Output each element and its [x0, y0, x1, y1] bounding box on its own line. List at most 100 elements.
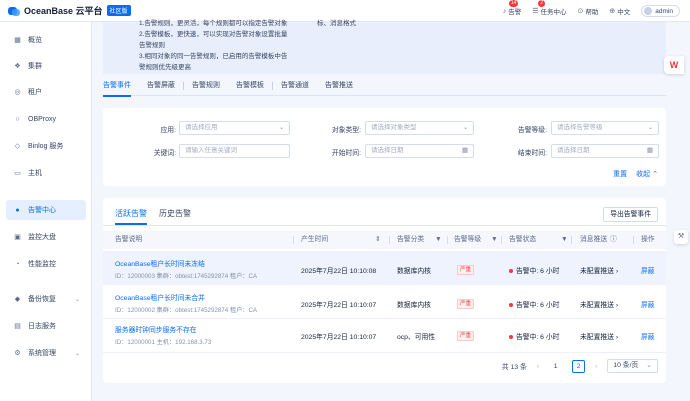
tab-active-alarms[interactable]: 活跃告警 — [115, 208, 147, 225]
alarm-time: 2025年7月22日 10:10:07 — [301, 334, 377, 341]
app-select[interactable]: 请选择应用 ⌄ — [179, 121, 290, 135]
tenant-icon: ◎ — [14, 89, 21, 96]
alarm-description: 服务器时钟同步服务不存在 ID：12000001 主机：192.168.3.73 — [115, 324, 211, 346]
floating-w-logo-icon[interactable]: W — [664, 56, 684, 74]
alarm-status-text: 告警中: 6 小时 — [516, 268, 560, 275]
tab-alarm-channels[interactable]: 告警通道 — [281, 80, 309, 96]
table-row[interactable]: OceanBase租户长时间未合并 ID：12000002 集群：obtest:… — [103, 285, 666, 319]
alarm-status: 告警中: 6 小时 — [509, 299, 559, 309]
column-divider — [293, 236, 294, 244]
mask-button[interactable]: 屏蔽 — [641, 265, 655, 275]
language-menu[interactable]: ⊕ 中文 — [609, 6, 630, 16]
calendar-icon: ▦ — [646, 147, 653, 154]
page-2-button[interactable]: 2 — [572, 359, 586, 373]
alarm-title-link[interactable]: OceanBase租户长时间未合并 — [115, 292, 257, 302]
column-divider — [389, 236, 390, 244]
push-config-link[interactable]: 未配置推送 › — [580, 331, 618, 341]
sidebar-item-obproxy[interactable]: ○ OBProxy — [6, 109, 86, 129]
status-dot-icon — [509, 269, 513, 274]
alarm-menu[interactable]: ♪ 14 告警 — [502, 0, 521, 16]
sidebar-item-dashboard[interactable]: ▣ 监控大盘 — [6, 227, 86, 247]
keyword-placeholder: 请输入任意关键词 — [185, 147, 237, 154]
task-center-menu[interactable]: ☰ 2 任务中心 — [532, 0, 567, 16]
sidebar-item-host[interactable]: ▭ 主机 — [6, 163, 86, 183]
start-date-picker[interactable]: 请选择日期 ▦ — [365, 144, 474, 158]
help-menu[interactable]: ⊙ 帮助 — [578, 6, 599, 16]
alarm-title-link[interactable]: OceanBase租户长时间未冻结 — [115, 258, 257, 268]
bell-icon: ♪ — [502, 7, 507, 15]
sidebar-item-tenant[interactable]: ◎ 租户 — [6, 82, 86, 102]
tab-alarm-templates[interactable]: 告警模板 — [236, 80, 264, 96]
sidebar-item-alarm-center[interactable]: ● 告警中心 — [6, 200, 86, 220]
alarm-title-link[interactable]: 服务器时钟同步服务不存在 — [115, 324, 211, 334]
end-date-picker[interactable]: 请选择日期 ▦ — [551, 144, 659, 158]
sidebar-item-binlog[interactable]: ◇ Binlog 服务 — [6, 136, 86, 156]
info-icon[interactable]: ⓘ — [610, 231, 617, 249]
page-size-select[interactable]: 10 条/页 ⌄ — [607, 359, 658, 373]
sidebar-item-label: 告警中心 — [28, 207, 56, 214]
collapse-button[interactable]: 收起 ⌃ — [636, 169, 658, 179]
sidebar-item-backup[interactable]: ◆ 备份恢复 ⌄ — [6, 289, 86, 309]
sidebar-item-performance[interactable]: ◔ 性能监控 — [6, 254, 86, 274]
tab-alarm-mask[interactable]: 告警屏蔽 — [147, 80, 175, 96]
filter-icon[interactable]: ▼ — [435, 231, 442, 249]
page-1-button[interactable]: 1 — [549, 360, 562, 373]
tab-alarm-push[interactable]: 告警推送 — [325, 80, 353, 96]
mask-button[interactable]: 屏蔽 — [641, 331, 655, 341]
column-header[interactable]: 产生时间 — [301, 231, 328, 249]
chevron-down-icon: ⌄ — [462, 125, 468, 131]
sidebar-item-label: OBProxy — [28, 115, 57, 123]
sort-icon[interactable]: ⇕ — [375, 231, 381, 249]
object-type-label: 对象类型: — [331, 127, 361, 134]
sidebar-item-log[interactable]: ▤ 日志服务 — [6, 316, 86, 336]
table-row[interactable]: 服务器时钟同步服务不存在 ID：12000001 主机：192.168.3.73… — [103, 319, 666, 353]
app-select-placeholder: 请选择应用 — [185, 124, 218, 131]
wrench-icon[interactable]: ⚒ — [674, 230, 688, 244]
alarm-icon: ● — [15, 206, 20, 214]
reset-button[interactable]: 重置 — [613, 169, 627, 179]
performance-icon: ◔ — [15, 260, 20, 268]
push-config-link[interactable]: 未配置推送 › — [580, 299, 618, 309]
column-header[interactable]: 告警分类 — [397, 231, 424, 249]
chevron-down-icon: ⌄ — [646, 362, 652, 369]
alarm-meta: ID：12000001 主机：192.168.3.73 — [115, 339, 212, 346]
log-icon: ▤ — [14, 323, 21, 330]
filter-panel: 应用: 请选择应用 ⌄ 对象类型: 请选择对象类型 ⌄ 告警等级: 请选择告警等… — [103, 108, 666, 186]
alarm-category: 数据库内核 — [397, 302, 431, 309]
sidebar-item-label: 备份恢复 — [28, 296, 56, 303]
prev-page-icon[interactable]: ‹ — [537, 363, 539, 370]
object-type-select[interactable]: 请选择对象类型 ⌄ — [365, 121, 474, 135]
sidebar-item-label: 日志服务 — [28, 323, 56, 330]
column-divider — [571, 236, 572, 244]
sidebar-item-overview[interactable]: ▦ 概览 — [6, 30, 86, 50]
keyword-input[interactable]: 请输入任意关键词 — [179, 144, 290, 158]
collapse-label: 收起 — [636, 171, 651, 178]
task-label: 任务中心 — [540, 9, 567, 16]
sidebar-item-cluster[interactable]: ❖ 集群 — [6, 56, 86, 76]
start-time-label: 开始时间: — [331, 150, 361, 157]
severity-tag: 严重 — [457, 265, 475, 275]
sidebar-item-label: 概览 — [28, 37, 42, 44]
notice-line: 警规则优先级更高 — [139, 64, 191, 71]
column-header[interactable]: 告警等级 — [454, 231, 481, 249]
tab-divider — [272, 82, 273, 90]
export-alarms-button[interactable]: 导出告警事件 — [603, 207, 658, 222]
tab-history-alarms[interactable]: 历史告警 — [159, 208, 191, 219]
status-dot-icon — [509, 335, 513, 340]
tab-alarm-events[interactable]: 告警事件 — [103, 80, 131, 97]
notice-banner: 1.告警规则，更灵活，每个规则都可以指定告警对象 2.告警模板，更快速，可以实现… — [103, 20, 666, 74]
logo[interactable]: OceanBase 云平台 社区版 — [8, 4, 131, 17]
tab-alarm-rules[interactable]: 告警规则 — [192, 80, 220, 96]
user-menu[interactable]: admin — [641, 5, 680, 17]
column-header[interactable]: 告警状态 — [509, 231, 536, 249]
filter-icon[interactable]: ▼ — [561, 231, 568, 249]
sidebar-item-system[interactable]: ⚙ 系统管理 ⌄ — [6, 343, 86, 363]
push-config-link[interactable]: 未配置推送 › — [580, 265, 618, 275]
next-page-icon[interactable]: › — [595, 363, 597, 370]
chevron-down-icon: ⌄ — [278, 125, 284, 131]
mask-button[interactable]: 屏蔽 — [641, 299, 655, 309]
alarm-level-select[interactable]: 请选择告警等级 ⌄ — [551, 121, 659, 135]
filter-icon[interactable]: ▼ — [491, 231, 498, 249]
table-row[interactable]: OceanBase租户长时间未冻结 ID：12000003 集群：obtest:… — [103, 251, 666, 285]
alarm-table-panel: 活跃告警 历史告警 导出告警事件 告警说明 产生时间 ⇕ 告警分类 ▼ 告警等级… — [103, 198, 666, 383]
